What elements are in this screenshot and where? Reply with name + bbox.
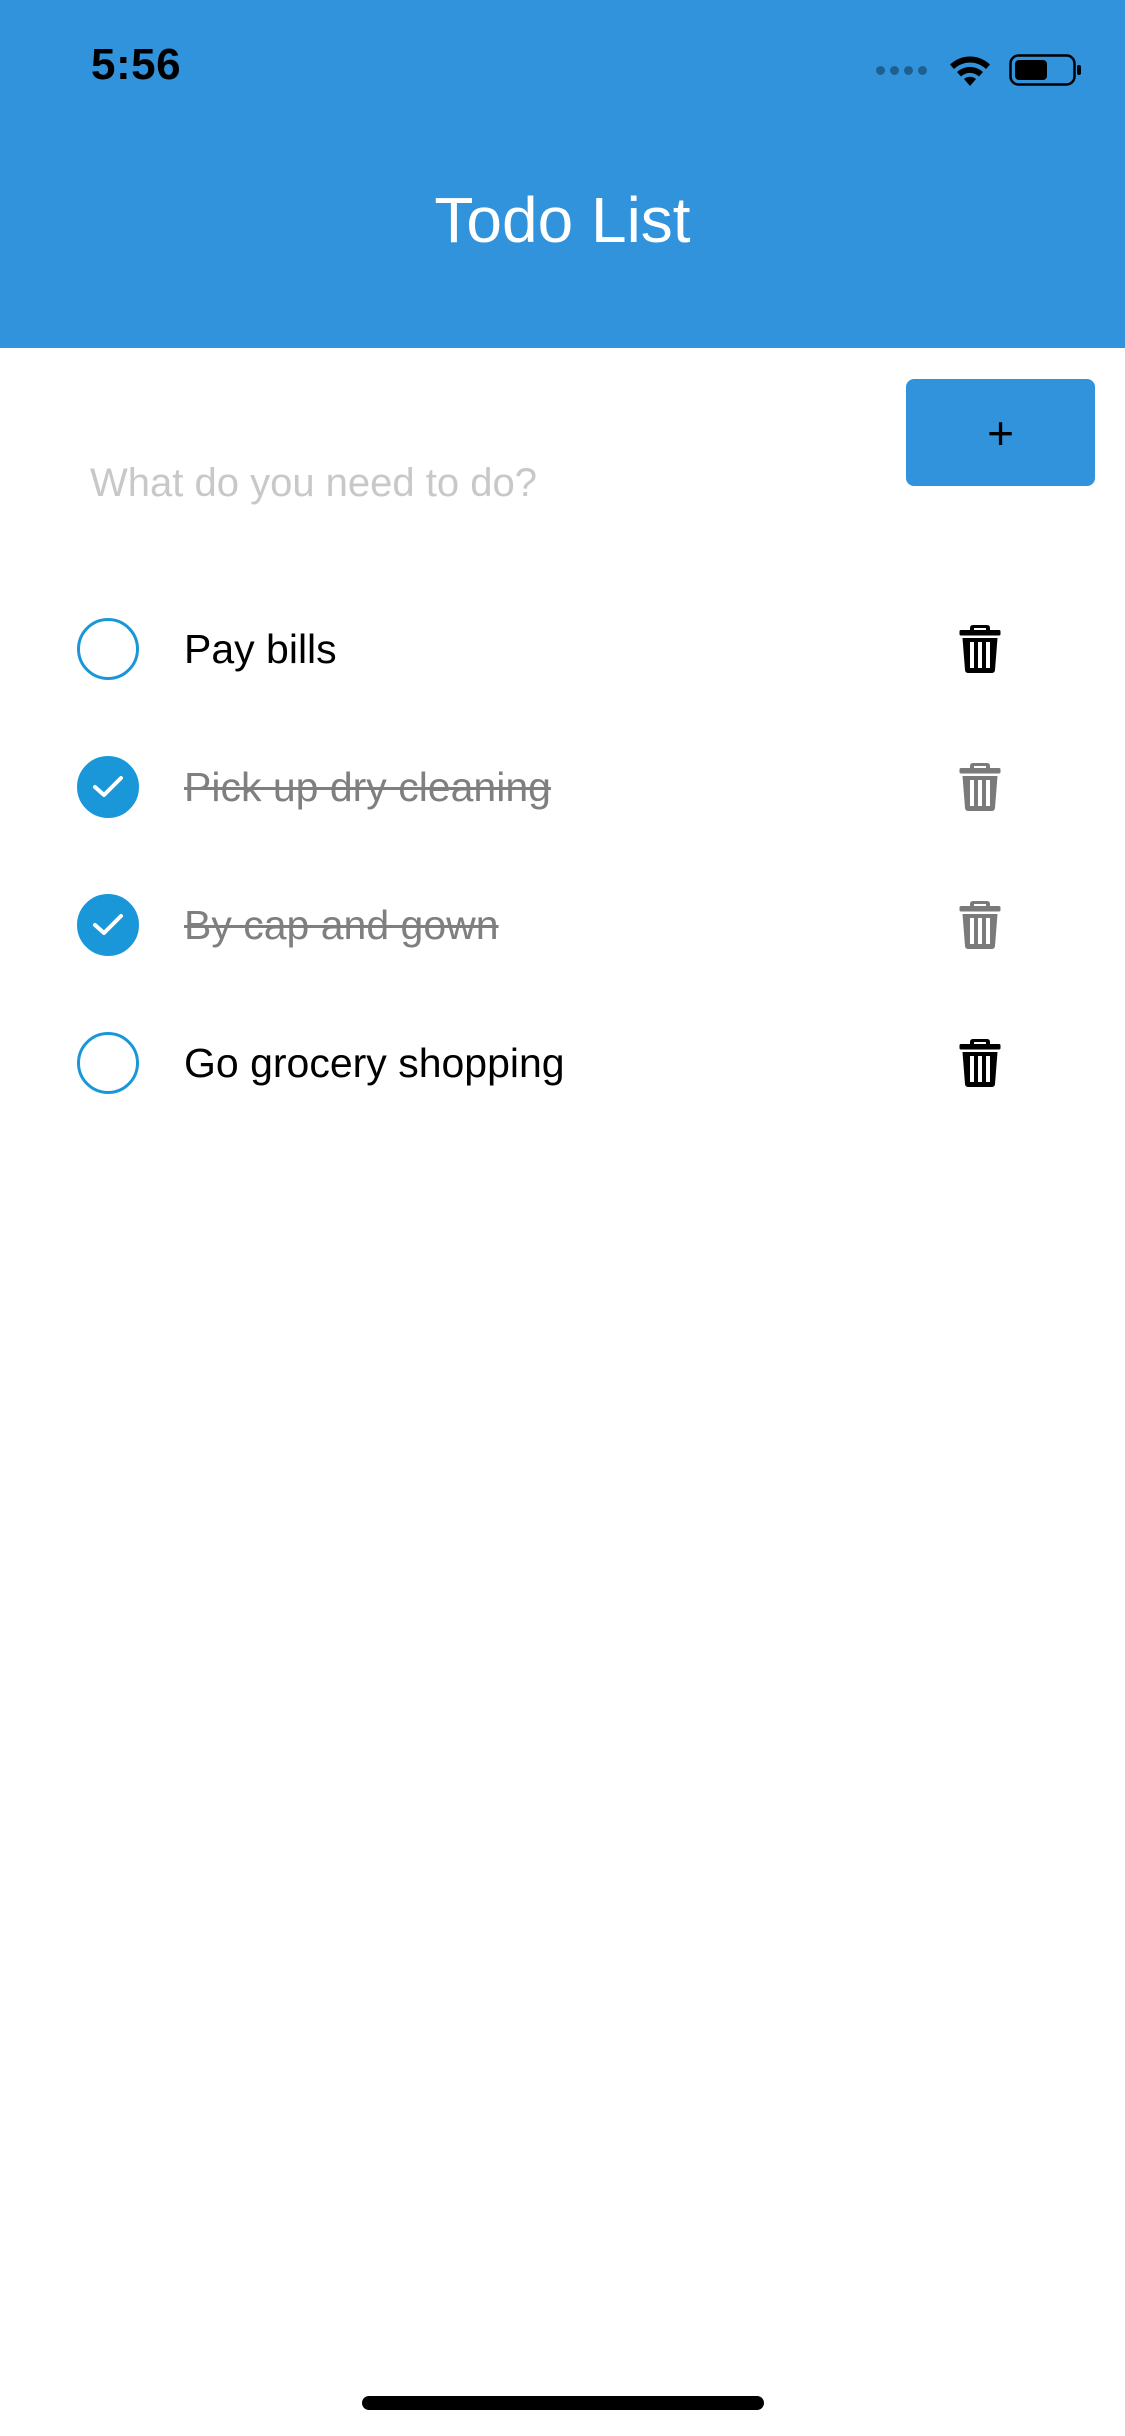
add-todo-button[interactable]: + <box>906 379 1095 486</box>
status-icons <box>876 50 1083 90</box>
delete-todo-button[interactable] <box>940 1030 1020 1096</box>
delete-todo-button[interactable] <box>940 892 1020 958</box>
trash-icon <box>959 625 1001 673</box>
todo-item: Pick up dry cleaning <box>0 718 1125 856</box>
battery-icon <box>1009 52 1083 88</box>
todo-item: Go grocery shopping <box>0 994 1125 1132</box>
app-header: 5:56 Todo List <box>0 0 1125 348</box>
todo-text: Pick up dry cleaning <box>184 764 551 810</box>
todo-checkbox[interactable] <box>77 1032 139 1094</box>
trash-icon <box>959 763 1001 811</box>
trash-icon <box>959 1039 1001 1087</box>
todo-checkbox[interactable] <box>77 756 139 818</box>
status-time: 5:56 <box>91 40 182 89</box>
todo-checkbox[interactable] <box>77 894 139 956</box>
cellular-signal-icon <box>876 65 927 75</box>
wifi-icon <box>947 52 993 88</box>
new-todo-input[interactable] <box>90 438 870 528</box>
checkmark-icon <box>93 776 123 797</box>
delete-todo-button[interactable] <box>940 754 1020 820</box>
trash-icon <box>959 901 1001 949</box>
new-todo-row: + <box>0 348 1125 548</box>
todo-text: Go grocery shopping <box>184 1040 565 1086</box>
checkmark-icon <box>93 914 123 935</box>
page-title: Todo List <box>434 184 691 256</box>
home-indicator[interactable] <box>362 2396 764 2410</box>
todo-checkbox[interactable] <box>77 618 139 680</box>
todo-item: By cap and gown <box>0 856 1125 994</box>
todo-text: Pay bills <box>184 626 337 672</box>
delete-todo-button[interactable] <box>940 616 1020 682</box>
todo-text: By cap and gown <box>184 902 499 948</box>
todo-item: Pay bills <box>0 580 1125 718</box>
todo-list: Pay bills Pick up dry cleaning By cap an… <box>0 580 1125 1132</box>
